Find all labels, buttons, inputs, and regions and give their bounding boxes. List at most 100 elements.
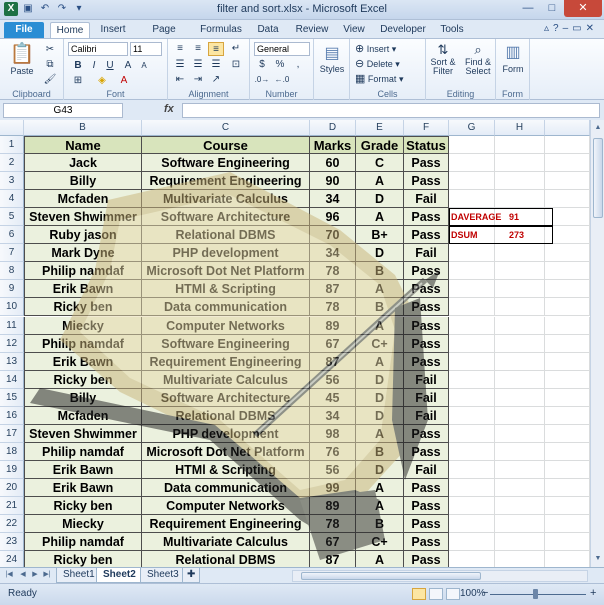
grow-font-icon[interactable]: A (120, 59, 136, 73)
row-header[interactable]: 11 (0, 316, 24, 335)
align-middle-icon[interactable]: ≡ (190, 42, 206, 56)
empty-cell[interactable] (449, 406, 495, 425)
table-cell[interactable]: C+ (356, 334, 404, 353)
table-cell[interactable]: Ricky ben (24, 497, 142, 516)
table-cell[interactable]: D (356, 370, 404, 389)
empty-cell[interactable] (545, 424, 590, 443)
table-header-cell[interactable]: Grade (356, 136, 404, 155)
table-cell[interactable]: Requirement Engineering (142, 515, 310, 534)
worksheet-grid[interactable]: B C D E F G H 1 2 3 4 5 6 7 8 9 10 11 12 13 14 15 16 17 18 19 20 21… (0, 120, 590, 567)
tab-view[interactable]: View (338, 22, 370, 38)
empty-cell[interactable] (495, 136, 545, 155)
tab-review[interactable]: Review (292, 22, 332, 38)
table-cell[interactable]: A (356, 497, 404, 516)
empty-cell[interactable] (449, 316, 495, 335)
table-cell[interactable]: D (356, 244, 404, 263)
format-painter-icon[interactable]: 🖌 (42, 73, 58, 87)
table-cell[interactable]: Mcfaden (24, 190, 142, 209)
empty-cell[interactable] (545, 280, 590, 299)
column-header[interactable]: C (142, 120, 310, 136)
increase-indent-icon[interactable]: ⇥ (190, 73, 206, 87)
table-cell[interactable]: A (356, 551, 404, 567)
table-cell[interactable]: Miecky (24, 515, 142, 534)
empty-cell[interactable] (449, 478, 495, 497)
table-cell[interactable]: Ruby jason (24, 226, 142, 245)
row-header[interactable]: 12 (0, 334, 24, 353)
table-cell[interactable]: 34 (310, 244, 356, 263)
table-header-cell[interactable]: Status (404, 136, 449, 155)
empty-cell[interactable] (495, 406, 545, 425)
decrease-decimal-icon[interactable]: ←.0 (274, 73, 290, 87)
column-header[interactable]: F (404, 120, 449, 136)
table-cell[interactable]: Erik Bawn (24, 352, 142, 371)
empty-cell[interactable] (449, 533, 495, 552)
align-right-icon[interactable]: ☰ (208, 58, 224, 72)
table-cell[interactable]: Pass (404, 424, 449, 443)
empty-cell[interactable] (495, 154, 545, 173)
empty-cell[interactable] (545, 388, 590, 407)
table-cell[interactable]: A (356, 172, 404, 191)
underline-icon[interactable]: U (102, 59, 118, 73)
table-cell[interactable]: Pass (404, 551, 449, 567)
help-icon[interactable]: ? (553, 23, 563, 34)
align-top-icon[interactable]: ≡ (172, 42, 188, 56)
row-header[interactable]: 2 (0, 154, 24, 173)
tab-page-layout[interactable]: Page Layout (136, 22, 192, 50)
prev-sheet-icon[interactable]: ◀ (18, 570, 28, 578)
empty-cell[interactable] (449, 190, 495, 209)
column-header[interactable]: G (449, 120, 495, 136)
empty-cell[interactable] (545, 298, 590, 317)
table-cell[interactable]: 87 (310, 352, 356, 371)
table-cell[interactable]: Mcfaden (24, 406, 142, 425)
sheet-tab-1[interactable]: Sheet1 (56, 568, 102, 583)
vertical-scroll-thumb[interactable] (593, 138, 603, 218)
row-header[interactable]: 7 (0, 244, 24, 263)
empty-cell[interactable] (449, 352, 495, 371)
cut-icon[interactable]: ✂ (42, 43, 58, 57)
table-cell[interactable]: Computer Networks (142, 316, 310, 335)
orientation-icon[interactable]: ↗ (208, 73, 224, 87)
percent-icon[interactable]: % (272, 58, 288, 72)
row-header[interactable]: 15 (0, 388, 24, 407)
normal-view-icon[interactable] (412, 588, 426, 600)
horizontal-scrollbar[interactable] (292, 570, 588, 582)
table-cell[interactable]: Pass (404, 298, 449, 317)
empty-cell[interactable] (449, 515, 495, 534)
table-cell[interactable]: Fail (404, 190, 449, 209)
table-cell[interactable]: Pass (404, 154, 449, 173)
align-left-icon[interactable]: ☰ (172, 58, 188, 72)
row-header[interactable]: 5 (0, 208, 24, 227)
sort-filter-button[interactable]: ⇅ Sort & Filter (428, 41, 458, 87)
table-cell[interactable]: A (356, 424, 404, 443)
column-header[interactable]: E (356, 120, 404, 136)
table-header-cell[interactable]: Marks (310, 136, 356, 155)
table-cell[interactable]: B (356, 515, 404, 534)
table-cell[interactable]: C (356, 154, 404, 173)
zoom-in-icon[interactable]: + (590, 587, 596, 599)
empty-cell[interactable] (495, 533, 545, 552)
ribbon-minimize-icon[interactable]: ▵ (544, 23, 553, 34)
sheet-tab-2[interactable]: Sheet2 (96, 568, 143, 583)
table-cell[interactable]: Fail (404, 406, 449, 425)
next-sheet-icon[interactable]: ▶ (30, 570, 40, 578)
table-cell[interactable]: 78 (310, 262, 356, 281)
row-header[interactable]: 8 (0, 262, 24, 281)
table-cell[interactable]: B (356, 262, 404, 281)
table-cell[interactable]: 89 (310, 316, 356, 335)
empty-cell[interactable] (545, 370, 590, 389)
table-cell[interactable]: D (356, 406, 404, 425)
empty-cell[interactable] (495, 442, 545, 461)
table-cell[interactable]: C+ (356, 533, 404, 552)
italic-icon[interactable]: I (86, 59, 102, 73)
table-cell[interactable]: Microsoft Dot Net Platform (142, 442, 310, 461)
row-header[interactable]: 3 (0, 172, 24, 191)
table-cell[interactable]: A (356, 316, 404, 335)
empty-cell[interactable] (495, 515, 545, 534)
table-cell[interactable]: Pass (404, 172, 449, 191)
font-color-icon[interactable]: A (116, 74, 132, 88)
table-cell[interactable]: PHP development (142, 244, 310, 263)
table-cell[interactable]: Requirement Engineering (142, 352, 310, 371)
workbook-close-icon[interactable]: ✕ (586, 23, 598, 34)
table-cell[interactable]: 89 (310, 497, 356, 516)
currency-icon[interactable]: $ (254, 58, 270, 72)
